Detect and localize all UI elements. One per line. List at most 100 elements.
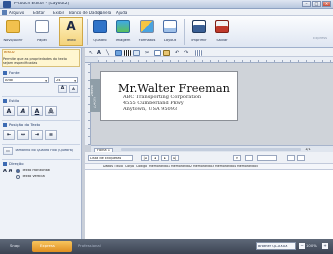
cut-icon[interactable]: ✂ xyxy=(145,50,152,56)
next-record-button[interactable]: ▸ xyxy=(161,155,169,161)
column-header[interactable]: Memorando3 xyxy=(193,165,214,168)
page-counter: 1/1 xyxy=(305,147,311,151)
minimize-button[interactable]: – xyxy=(302,1,311,7)
ribbon-frame-button[interactable]: Quadro xyxy=(90,17,110,46)
horizontal-scrollbar[interactable] xyxy=(121,148,301,151)
zoom-in-button[interactable]: + xyxy=(322,243,328,249)
zoom-out-button[interactable]: − xyxy=(299,243,305,249)
ribbon-image-button[interactable]: Imagem xyxy=(113,17,133,46)
ribbon-shapes-button[interactable]: Formatos xyxy=(136,17,158,46)
ribbon-layout-label: Layout xyxy=(163,39,177,42)
menu-help[interactable]: Ajuda xyxy=(116,11,127,15)
font-name-select[interactable]: Arial ▾ xyxy=(3,77,49,83)
grow-font-button[interactable]: A xyxy=(58,85,67,93)
menu-window[interactable]: Janela xyxy=(99,11,111,15)
italic-button[interactable]: A xyxy=(17,106,29,116)
underline-button[interactable]: A xyxy=(31,106,43,116)
ribbon-new-open-label: Novo/Abrir xyxy=(3,39,23,42)
label-line-1[interactable]: ABC Transporting Corporation xyxy=(123,95,201,100)
app-icon xyxy=(3,1,11,8)
menu-edit[interactable]: Editar xyxy=(33,11,45,15)
image-icon xyxy=(116,20,130,33)
ribbon-new-open-button[interactable]: Novo/Abrir xyxy=(2,17,24,46)
grid-icon[interactable] xyxy=(195,49,202,56)
align-justify-button[interactable]: ≡ xyxy=(45,130,57,140)
font-size-value: 24 xyxy=(56,79,61,82)
shrink-font-button[interactable]: A xyxy=(69,85,78,93)
label-line-3[interactable]: Anytown, USA 95093 xyxy=(123,107,177,112)
label-name-text[interactable]: Mr.Walter Freeman xyxy=(118,83,230,94)
position-section-title: Posição do Texto xyxy=(9,123,41,127)
ribbon-paper-button[interactable]: Papel xyxy=(32,17,52,46)
column-header[interactable]: Título xyxy=(114,165,123,168)
align-left-button[interactable]: ⇤ xyxy=(3,130,15,140)
label-line-2[interactable]: 4555 Cumberland Pkwy xyxy=(123,101,184,106)
direction-section-title: Direção xyxy=(9,162,24,166)
filter-icon[interactable] xyxy=(245,155,253,161)
select-tool-icon[interactable]: ↖ xyxy=(89,50,96,56)
label-list-select[interactable]: Lista de Etiquetas xyxy=(88,155,133,161)
bold-button[interactable]: A xyxy=(3,106,15,116)
search-icon[interactable]: ⌕ xyxy=(233,155,241,161)
table-tool-icon[interactable] xyxy=(133,49,140,56)
font-section-title: Fonte xyxy=(9,71,20,75)
grid-view-icon[interactable] xyxy=(287,155,295,161)
column-header[interactable]: Memorando4 xyxy=(215,165,236,168)
paste-icon[interactable] xyxy=(163,49,170,56)
column-header[interactable]: Corpo xyxy=(125,165,134,168)
radio-vertical[interactable] xyxy=(16,175,20,179)
line-tool-icon[interactable]: ╲ xyxy=(106,50,113,56)
paper-icon xyxy=(35,20,49,33)
ribbon-paper-label: Papel xyxy=(37,39,47,42)
redo-icon[interactable]: ↷ xyxy=(184,50,191,56)
position-section-icon xyxy=(3,123,7,127)
barcode-tool-icon[interactable] xyxy=(124,49,131,56)
ribbon-save-button[interactable]: Salvar xyxy=(212,17,232,46)
last-record-button[interactable]: ▸| xyxy=(171,155,179,161)
database-grid[interactable] xyxy=(85,170,333,239)
outline-button[interactable]: A xyxy=(45,106,57,116)
property-pane: Texto Permite que as propriedades do tex… xyxy=(0,48,82,239)
maximize-button[interactable]: □ xyxy=(312,1,321,7)
ribbon-text-button[interactable]: A Texto xyxy=(59,17,83,46)
undo-icon[interactable]: ↶ xyxy=(175,50,182,56)
ribbon-print-button[interactable]: Imprimir xyxy=(188,17,210,46)
ribbon: Novo/Abrir Papel A Texto Quadro Imagem F… xyxy=(0,16,333,48)
text-tool-icon[interactable]: A xyxy=(97,50,104,56)
shape-tool-icon[interactable] xyxy=(115,49,122,56)
label-preview[interactable]: Mr.Walter Freeman ABC Transporting Corpo… xyxy=(100,71,238,121)
section-divider xyxy=(2,96,80,97)
close-button[interactable]: × xyxy=(322,1,331,7)
column-header[interactable]: Memorando1 xyxy=(149,165,170,168)
folder-icon xyxy=(6,20,20,33)
print-icon xyxy=(192,20,206,33)
section-divider xyxy=(2,144,80,145)
mode-tab-express[interactable]: Express xyxy=(32,241,72,252)
first-record-button[interactable]: |◂ xyxy=(141,155,149,161)
column-header[interactable]: Memorando2 xyxy=(171,165,192,168)
printer-select[interactable]: Brother QL-XXXX xyxy=(256,242,296,250)
align-right-button[interactable]: ⇥ xyxy=(31,130,43,140)
title-bar: P-touch Editor - [Layout2] – □ × xyxy=(0,0,333,9)
radio-horizontal[interactable] xyxy=(16,169,20,173)
menu-app-icon xyxy=(2,10,7,15)
column-header[interactable]: Memorando5 xyxy=(237,165,258,168)
mode-tab-professional[interactable]: Professional xyxy=(78,244,101,248)
sort-icon[interactable] xyxy=(257,155,277,161)
table-view-icon[interactable] xyxy=(297,155,305,161)
frame-icon xyxy=(93,20,107,33)
ribbon-save-label: Salvar xyxy=(216,39,228,42)
fixed-frame-button[interactable]: ▭ xyxy=(3,147,13,155)
column-header[interactable]: Dados xyxy=(103,165,113,168)
ribbon-layout-button[interactable]: Layout xyxy=(160,17,180,46)
copy-icon[interactable] xyxy=(154,49,161,56)
menu-file[interactable]: Arquivo xyxy=(9,11,24,15)
prev-record-button[interactable]: ◂ xyxy=(151,155,159,161)
label-list-title: Lista de Etiquetas xyxy=(90,157,122,160)
align-center-button[interactable]: ↔ xyxy=(17,130,29,140)
font-size-select[interactable]: 24 ▾ xyxy=(54,77,78,83)
column-header[interactable]: Código xyxy=(136,165,147,168)
menu-view[interactable]: Exibir xyxy=(53,11,64,15)
menu-database[interactable]: Banco de Dados xyxy=(69,11,102,15)
mode-tab-snap[interactable]: Snap xyxy=(10,244,20,248)
